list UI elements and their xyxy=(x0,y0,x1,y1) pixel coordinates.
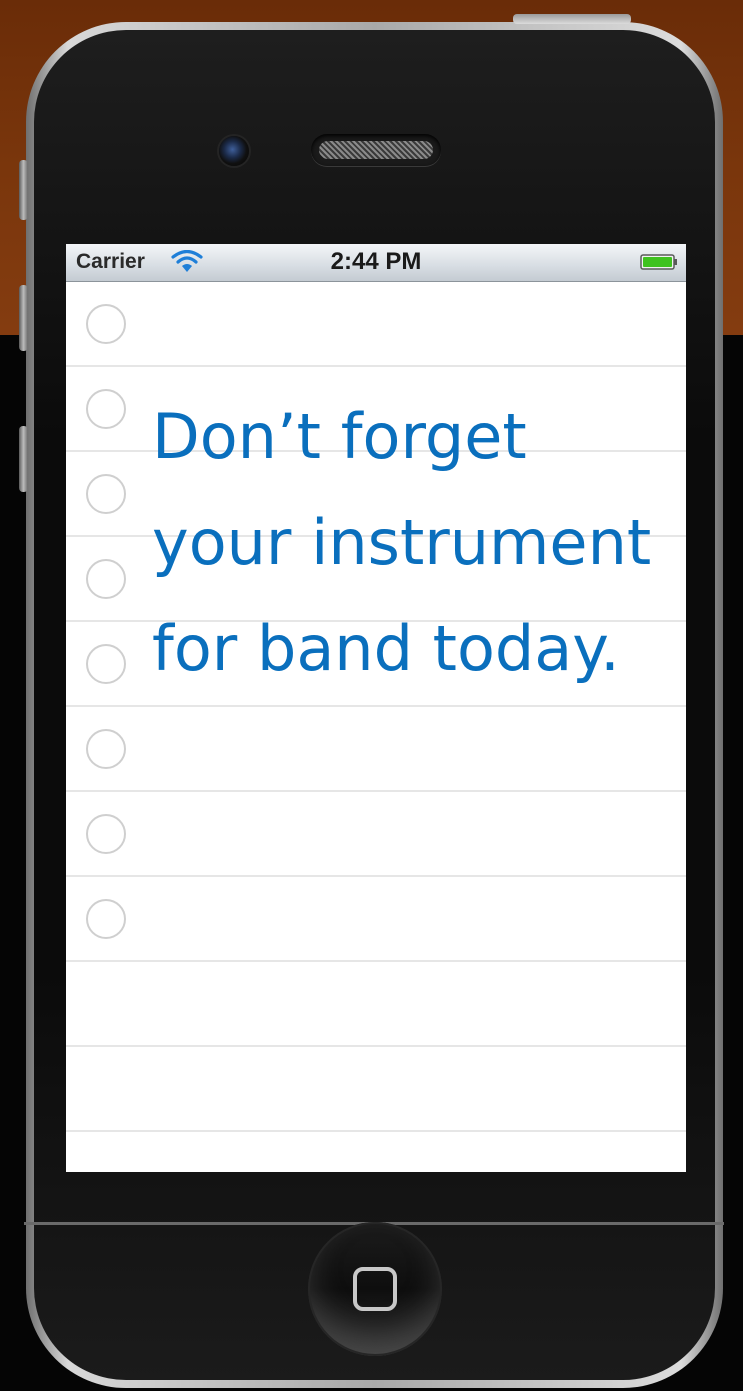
checklist-circle[interactable] xyxy=(86,644,126,684)
notepad-rule xyxy=(66,790,686,792)
speaker-grille xyxy=(319,141,433,159)
checklist-circle[interactable] xyxy=(86,389,126,429)
notepad-rule xyxy=(66,1130,686,1132)
volume-down-button[interactable] xyxy=(19,426,28,492)
checklist-circle[interactable] xyxy=(86,814,126,854)
front-camera xyxy=(219,136,249,166)
checklist-circle[interactable] xyxy=(86,729,126,769)
checklist-circle[interactable] xyxy=(86,899,126,939)
home-square-icon xyxy=(353,1267,397,1311)
mute-switch[interactable] xyxy=(19,160,28,220)
sleep-button[interactable] xyxy=(513,14,631,24)
status-time: 2:44 PM xyxy=(330,248,422,275)
status-bar: Carrier 2:44 PM xyxy=(66,244,686,282)
earpiece-speaker xyxy=(311,134,441,166)
home-button[interactable] xyxy=(308,1222,442,1356)
notepad-rule xyxy=(66,365,686,367)
notepad-rule xyxy=(66,875,686,877)
notepad-rule xyxy=(66,705,686,707)
notepad-rule xyxy=(66,960,686,962)
checklist-circle[interactable] xyxy=(86,559,126,599)
phone-screen: Carrier 2:44 PM Don’t forget your instru… xyxy=(66,244,686,1172)
note-text[interactable]: Don’t forget your instrument for band to… xyxy=(152,384,672,702)
battery-icon xyxy=(640,254,677,270)
volume-up-button[interactable] xyxy=(19,285,28,351)
checklist-circle[interactable] xyxy=(86,304,126,344)
checklist-circle[interactable] xyxy=(86,474,126,514)
notepad-rule xyxy=(66,1045,686,1047)
